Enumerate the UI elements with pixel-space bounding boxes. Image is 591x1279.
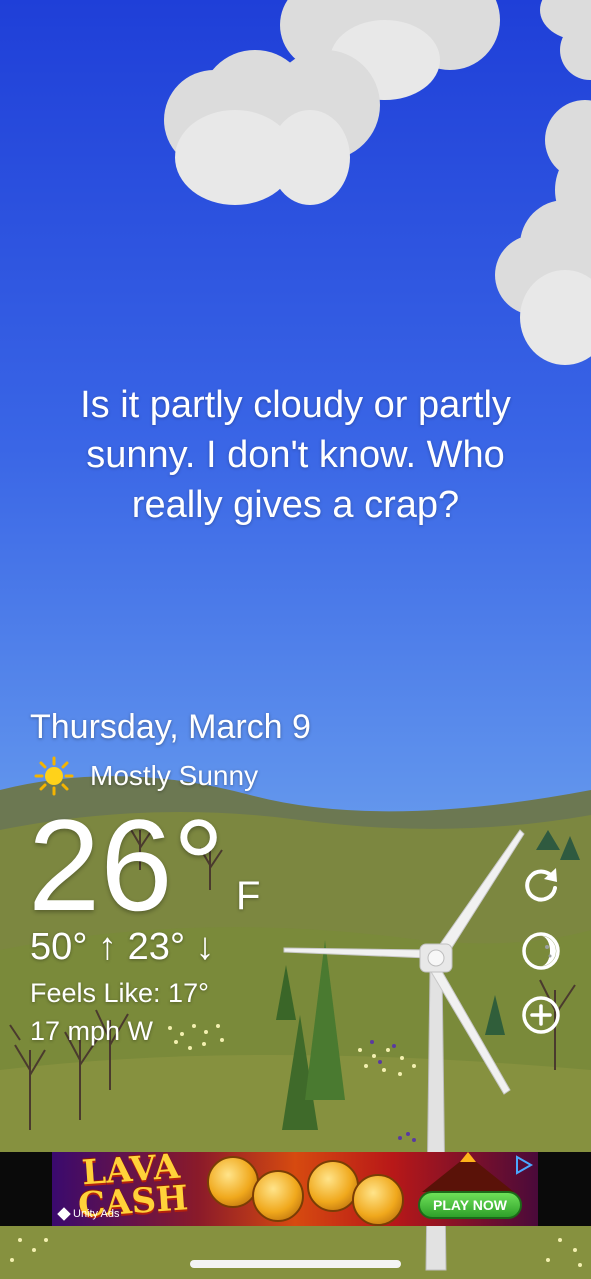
ad-coin (307, 1160, 359, 1212)
refresh-icon (525, 868, 557, 902)
unity-logo-icon (57, 1207, 71, 1221)
moon-phase-button[interactable] (520, 930, 562, 972)
feels-like: Feels Like: 17° (30, 978, 209, 1008)
add-location-button[interactable] (520, 994, 562, 1036)
wind-speed: 17 mph W (30, 1016, 154, 1046)
sun-icon (34, 756, 74, 796)
ad-play-now-button[interactable]: PLAY NOW (418, 1191, 522, 1219)
weather-quote: Is it partly cloudy or partly sunny. I d… (80, 384, 511, 526)
date-label: Thursday, March 9 (30, 708, 311, 746)
condition-text: Mostly Sunny (90, 760, 259, 791)
ad-coin (207, 1156, 259, 1208)
refresh-button[interactable] (520, 864, 562, 906)
ad-coin (352, 1174, 404, 1226)
current-temperature: 26° (28, 792, 225, 938)
ad-banner[interactable]: LAVA CASH PLAY NOW Unity Ads (0, 1152, 591, 1226)
add-circle-icon (522, 996, 560, 1034)
moon-icon (522, 932, 560, 970)
ad-brand-label: Unity Ads (73, 1208, 120, 1220)
ad-creative[interactable]: LAVA CASH PLAY NOW Unity Ads (52, 1152, 538, 1226)
condition-row: Mostly Sunny (34, 756, 258, 796)
ad-info-icon[interactable] (512, 1154, 534, 1176)
home-indicator[interactable] (190, 1260, 401, 1268)
high-low-temps: 50° ↑ 23° ↓ (30, 926, 215, 968)
ad-brand: Unity Ads (57, 1207, 120, 1221)
ad-coin (252, 1170, 304, 1222)
temperature-unit: F (236, 874, 261, 918)
